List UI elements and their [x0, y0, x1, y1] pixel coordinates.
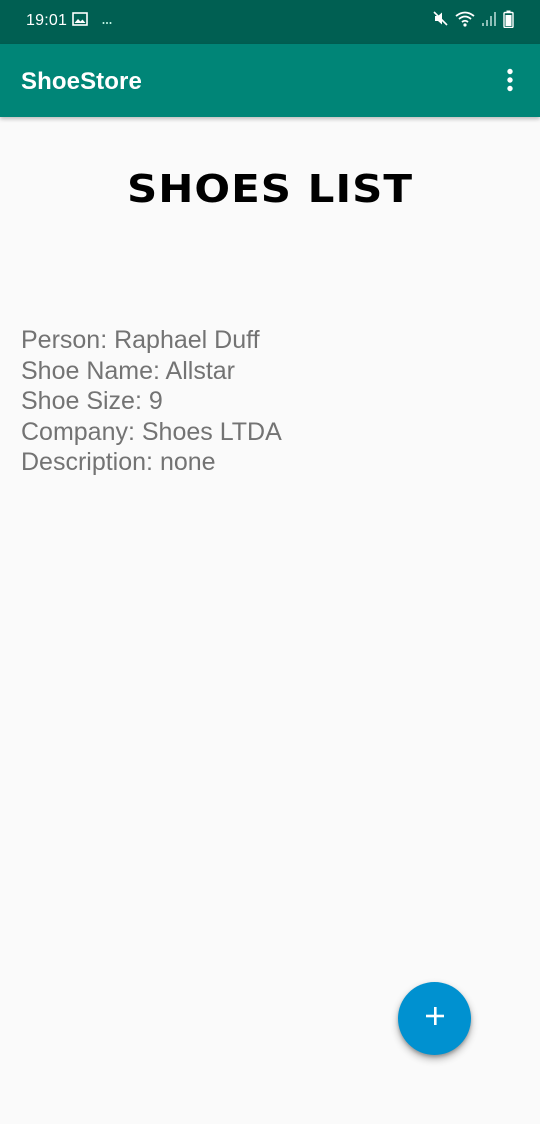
status-right-icons	[432, 10, 514, 33]
status-bar: 19:01	[0, 0, 540, 44]
shoe-name: Shoe Name: Allstar	[21, 356, 235, 385]
overflow-menu-button[interactable]	[490, 62, 530, 102]
list-item: Person: Raphael Duff Shoe Name: Allstar …	[21, 325, 521, 478]
shoe-size: Shoe Size: 9	[21, 387, 163, 415]
page-title: SHOES LIST	[127, 165, 413, 212]
image-icon	[72, 11, 88, 31]
app-title: ShoeStore	[21, 68, 142, 95]
plus-icon	[424, 1005, 446, 1032]
shoe-company: Company: Shoes LTDA	[21, 417, 282, 446]
shoe-person: Person: Raphael Duff	[21, 326, 260, 354]
battery-icon	[503, 10, 514, 33]
wifi-icon	[455, 10, 475, 32]
signal-icon	[481, 11, 497, 32]
status-time: 19:01	[26, 12, 68, 29]
add-shoe-button[interactable]	[398, 982, 471, 1055]
more-notifications-icon	[102, 12, 112, 30]
shoe-description: Description: none	[21, 448, 216, 476]
mute-icon	[432, 10, 449, 32]
app-bar: ShoeStore	[0, 44, 540, 117]
status-left-icons	[72, 11, 112, 31]
overflow-menu-icon	[506, 68, 514, 97]
